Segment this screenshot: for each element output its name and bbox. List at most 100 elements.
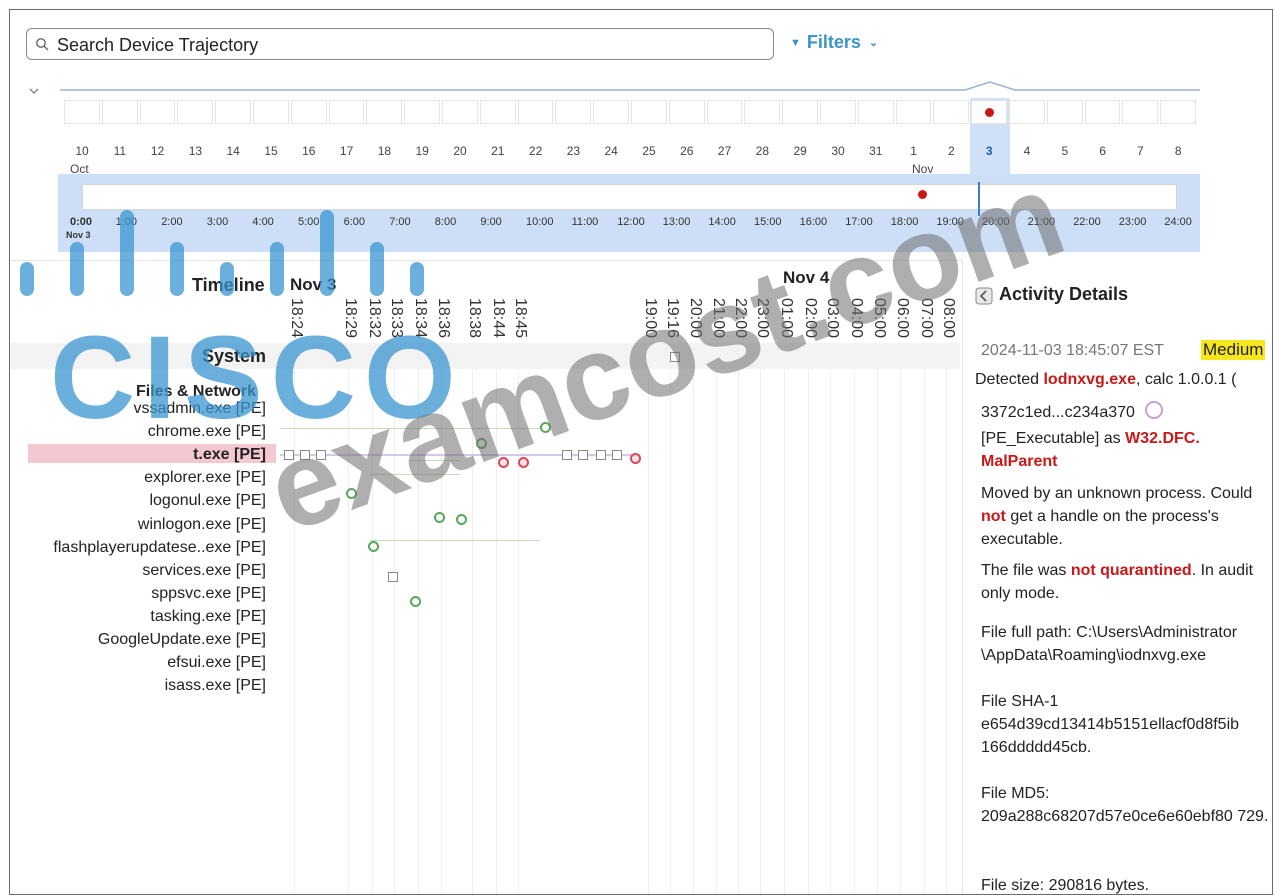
day-label[interactable]: 25 bbox=[631, 144, 667, 158]
day-cell[interactable] bbox=[706, 100, 743, 124]
day-label[interactable]: 23 bbox=[555, 144, 591, 158]
day-label[interactable]: 1 bbox=[896, 144, 932, 158]
connector-line bbox=[370, 540, 540, 541]
day-cell[interactable] bbox=[744, 100, 781, 124]
process-event-icon[interactable] bbox=[456, 514, 467, 525]
day-label[interactable]: 31 bbox=[858, 144, 894, 158]
grid-line bbox=[693, 370, 694, 894]
activity-sparkline bbox=[60, 81, 1200, 91]
file-event-icon[interactable] bbox=[596, 450, 606, 460]
day-label[interactable]: 21 bbox=[480, 144, 516, 158]
day-label[interactable]: 16 bbox=[291, 144, 327, 158]
day-cell[interactable] bbox=[479, 100, 516, 124]
file-event-icon[interactable] bbox=[612, 450, 622, 460]
day-label[interactable]: 22 bbox=[518, 144, 554, 158]
severity-badge: Medium bbox=[1201, 340, 1266, 360]
day-label[interactable]: 7 bbox=[1122, 144, 1158, 158]
day-cell[interactable] bbox=[555, 100, 592, 124]
day-cell[interactable] bbox=[1009, 100, 1045, 124]
day-cell[interactable] bbox=[631, 100, 667, 124]
moved-suffix: get a handle on the process's executable… bbox=[981, 508, 1219, 548]
hash-short[interactable]: 3372c1ed...c234a370 bbox=[981, 404, 1135, 421]
day-label[interactable]: 8 bbox=[1160, 144, 1196, 158]
hour-label: 10:00 bbox=[526, 216, 554, 228]
collapse-chevron-icon[interactable] bbox=[28, 86, 40, 96]
process-event-icon[interactable] bbox=[368, 541, 379, 552]
threat-event-icon[interactable] bbox=[630, 453, 641, 464]
file-analysis-icon[interactable] bbox=[1145, 401, 1164, 419]
day-cell[interactable] bbox=[933, 100, 970, 124]
day-cell[interactable] bbox=[139, 100, 176, 124]
day-label[interactable]: 29 bbox=[782, 144, 818, 158]
day-label[interactable]: 30 bbox=[820, 144, 856, 158]
process-row[interactable]: services.exe [PE] bbox=[10, 562, 266, 580]
day-cell[interactable] bbox=[668, 100, 705, 124]
day-cell[interactable] bbox=[101, 100, 138, 124]
day-cell[interactable] bbox=[442, 100, 478, 124]
event-marker-day[interactable] bbox=[985, 108, 994, 117]
day-label[interactable]: 11 bbox=[102, 144, 138, 158]
day-cell[interactable] bbox=[820, 100, 856, 124]
filters-button[interactable]: ▼ Filters ⌄ bbox=[790, 32, 878, 56]
day-cell[interactable] bbox=[366, 100, 403, 124]
day-cell[interactable] bbox=[1084, 100, 1121, 124]
day-label[interactable]: 19 bbox=[404, 144, 440, 158]
process-event-icon[interactable] bbox=[434, 512, 445, 523]
filter-icon: ▼ bbox=[790, 37, 801, 49]
day-cell[interactable] bbox=[64, 100, 100, 124]
day-label[interactable]: 15 bbox=[253, 144, 289, 158]
detected-file: lodnxvg.exe bbox=[1043, 371, 1136, 388]
day-cell[interactable] bbox=[782, 100, 818, 124]
day-label[interactable]: 20 bbox=[442, 144, 478, 158]
day-cell[interactable] bbox=[404, 100, 440, 124]
process-row[interactable]: logonul.exe [PE] bbox=[10, 492, 266, 510]
grid-line bbox=[760, 370, 761, 894]
process-row[interactable]: tasking.exe [PE] bbox=[10, 608, 266, 626]
day-label[interactable]: 18 bbox=[366, 144, 402, 158]
day-cell[interactable] bbox=[290, 100, 327, 124]
day-cell[interactable] bbox=[593, 100, 629, 124]
day-cell[interactable] bbox=[895, 100, 932, 124]
day-label[interactable]: 28 bbox=[744, 144, 780, 158]
detected-prefix: Detected bbox=[975, 371, 1044, 388]
hour-label: 14:00 bbox=[708, 216, 736, 228]
day-cell[interactable] bbox=[857, 100, 894, 124]
day-cell[interactable] bbox=[253, 100, 289, 124]
hour-label: 22:00 bbox=[1073, 216, 1101, 228]
day-cell[interactable] bbox=[328, 100, 365, 124]
timeline-tick: 18:38 bbox=[466, 298, 483, 339]
process-row[interactable]: explorer.exe [PE] bbox=[10, 469, 266, 487]
day-cell[interactable] bbox=[1160, 100, 1196, 124]
process-row[interactable]: sppsvc.exe [PE] bbox=[10, 585, 266, 603]
file-event-icon[interactable] bbox=[388, 572, 398, 582]
day-cell[interactable] bbox=[1046, 100, 1083, 124]
day-cell[interactable] bbox=[517, 100, 554, 124]
process-event-icon[interactable] bbox=[410, 596, 421, 607]
day-label[interactable]: 10 bbox=[64, 144, 100, 158]
day-label[interactable]: 14 bbox=[215, 144, 251, 158]
process-row[interactable]: efsui.exe [PE] bbox=[10, 654, 266, 672]
process-row[interactable]: flashplayerupdatese..exe [PE] bbox=[10, 539, 266, 557]
day-label[interactable]: 24 bbox=[593, 144, 629, 158]
day-cell[interactable] bbox=[1122, 100, 1159, 124]
activity-details-panel: Activity Details 2024-11-03 18:45:07 EST… bbox=[962, 260, 1272, 894]
day-label[interactable]: 6 bbox=[1085, 144, 1121, 158]
day-label[interactable]: 17 bbox=[329, 144, 365, 158]
day-label[interactable]: 27 bbox=[707, 144, 743, 158]
hour-label: 23:00 bbox=[1118, 216, 1147, 228]
hash-line: 3372c1ed...c234a370 bbox=[981, 401, 1272, 424]
day-label[interactable]: 12 bbox=[140, 144, 176, 158]
search-input[interactable] bbox=[55, 32, 759, 58]
process-row[interactable]: GoogleUpdate.exe [PE] bbox=[10, 631, 266, 649]
process-row[interactable]: winlogon.exe [PE] bbox=[10, 516, 266, 534]
sha1-value: e654d39cd13414b5151ellacf0d8f5ib 166dddd… bbox=[981, 716, 1240, 756]
day-cell[interactable] bbox=[177, 100, 214, 124]
day-label[interactable]: 2 bbox=[933, 144, 969, 158]
day-label[interactable]: 13 bbox=[177, 144, 213, 158]
process-row[interactable]: isass.exe [PE] bbox=[10, 677, 266, 695]
day-cell[interactable] bbox=[215, 100, 251, 124]
process-row[interactable]: t.exe [PE] bbox=[10, 446, 266, 464]
day-label[interactable]: 5 bbox=[1047, 144, 1083, 158]
search-box[interactable] bbox=[26, 28, 774, 60]
day-label[interactable]: 26 bbox=[669, 144, 705, 158]
